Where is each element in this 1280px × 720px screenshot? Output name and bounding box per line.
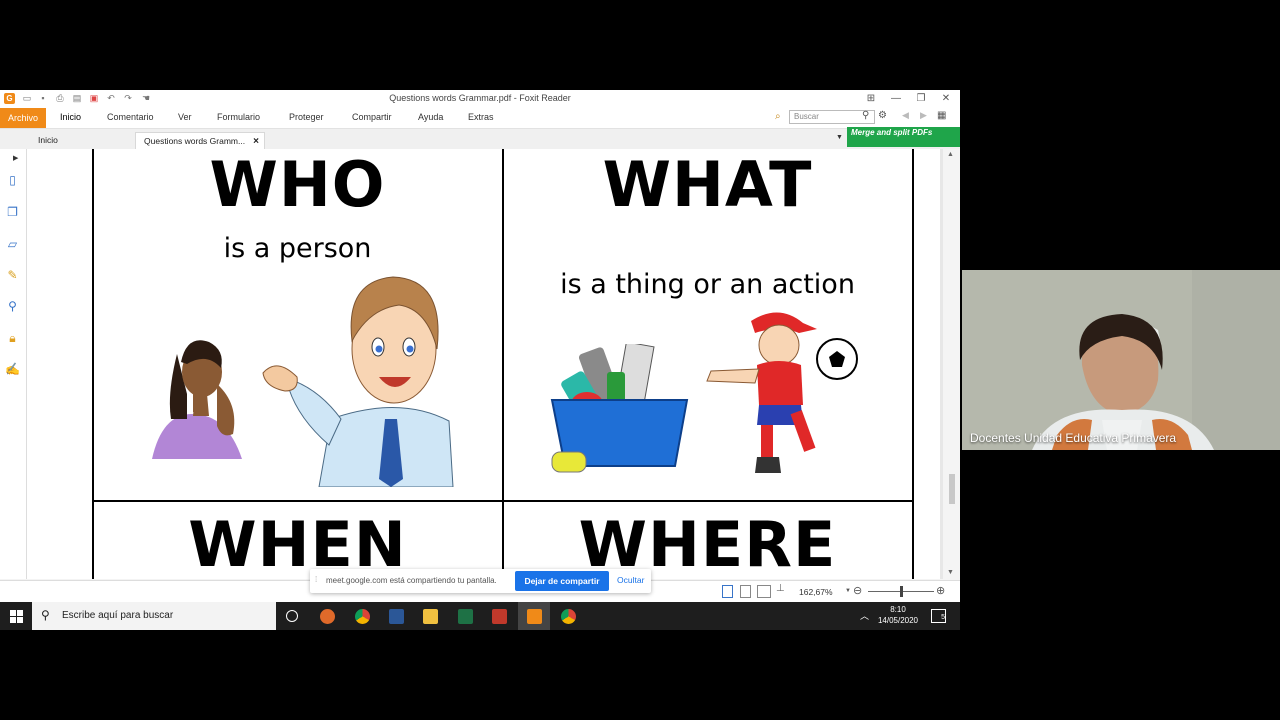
tab-inicio[interactable]: Inicio: [30, 132, 66, 149]
scroll-thumb[interactable]: [949, 474, 955, 504]
excel-icon[interactable]: [458, 609, 473, 624]
menu-ayuda[interactable]: Ayuda: [418, 112, 443, 122]
card-who-title: WHO: [209, 149, 386, 221]
single-page-icon[interactable]: [722, 585, 733, 598]
windows-start-icon[interactable]: [10, 610, 23, 623]
back-icon[interactable]: ◀: [902, 110, 909, 121]
menu-archivo[interactable]: Archivo: [0, 108, 46, 128]
participant-video-tile[interactable]: Docentes Unidad Educativa Primavera: [962, 270, 1280, 450]
expand-panel-icon[interactable]: ▶: [13, 154, 18, 162]
comments-icon[interactable]: ✎: [5, 268, 20, 283]
fit-width-icon[interactable]: ⊥: [776, 583, 785, 594]
close-button[interactable]: ✕: [935, 91, 957, 107]
zoom-out-icon[interactable]: ⊖: [853, 584, 862, 597]
taskbar-clock[interactable]: 8:10 14/05/2020: [868, 604, 928, 626]
close-tab-icon[interactable]: ×: [253, 133, 259, 150]
merge-split-promo[interactable]: Merge and split PDFs: [847, 127, 960, 147]
taskbar-search-box[interactable]: ⚲ Escribe aquí para buscar: [32, 602, 276, 630]
pdf-page: WHO is a person WHAT is a thing or an ac…: [27, 149, 940, 579]
layers-icon[interactable]: ▱: [5, 237, 20, 252]
find-icon[interactable]: ⌕: [775, 111, 781, 122]
continuous-page-icon[interactable]: [740, 585, 751, 598]
foxit-icon: [527, 609, 542, 624]
chrome-icon-2[interactable]: [561, 609, 576, 624]
title-bar: G ▭ ▪ ⎙ ▤ ▣ ↶ ↷ ☚ Questions words Gramma…: [0, 90, 960, 108]
card-border-right: [912, 149, 914, 579]
menu-formulario[interactable]: Formulario: [217, 112, 260, 122]
ribbon-toggle-icon[interactable]: ⊞: [860, 91, 882, 107]
navigation-sidebar: ▶ ▯ ❐ ▱ ✎ ⚲ 🔒︎ ✍: [0, 149, 27, 579]
drag-handle-icon[interactable]: ⁞: [315, 575, 317, 584]
card-divider-horizontal: [92, 500, 913, 502]
foxit-taskbar-active[interactable]: [518, 602, 550, 630]
notification-count: 5: [941, 614, 945, 621]
menu-extras[interactable]: Extras: [468, 112, 494, 122]
clock-date: 14/05/2020: [877, 616, 919, 625]
participant-video-feed: [962, 270, 1280, 450]
notifications-icon[interactable]: 5: [931, 609, 946, 623]
user-icon[interactable]: ▦: [937, 110, 946, 121]
menu-comentario[interactable]: Comentario: [107, 112, 154, 122]
firefox-icon[interactable]: [320, 609, 335, 624]
pages-icon[interactable]: ❐: [5, 205, 20, 220]
settings-icon[interactable]: ⚙: [878, 110, 887, 121]
participant-name: Docentes Unidad Educativa Primavera: [970, 431, 1177, 445]
chrome-icon[interactable]: [355, 609, 370, 624]
search-icon[interactable]: ⚲: [862, 110, 869, 121]
foxit-window: G ▭ ▪ ⎙ ▤ ▣ ↶ ↷ ☚ Questions words Gramma…: [0, 90, 960, 602]
zoom-dropdown-icon[interactable]: ▼: [845, 588, 851, 594]
search-icon: ⚲: [41, 608, 50, 622]
zoom-level[interactable]: 162,67%: [799, 587, 833, 597]
file-explorer-icon[interactable]: [423, 609, 438, 624]
menu-inicio[interactable]: Inicio: [60, 112, 81, 122]
signature-icon[interactable]: ✍: [5, 362, 20, 377]
facing-page-icon[interactable]: [757, 585, 771, 598]
minimize-button[interactable]: —: [885, 91, 907, 107]
attachment-icon[interactable]: ⚲: [5, 299, 20, 314]
card-who-subtitle: is a person: [223, 233, 372, 264]
zoom-slider-handle[interactable]: [900, 586, 903, 597]
scroll-up-icon[interactable]: ▲: [947, 151, 954, 158]
share-banner-text: meet.google.com está compartiendo tu pan…: [326, 576, 497, 585]
vertical-scrollbar[interactable]: ▲ ▼: [943, 149, 960, 579]
document-view[interactable]: WHO is a person WHAT is a thing or an ac…: [27, 149, 947, 579]
man-illustration: [259, 269, 459, 488]
chevron-down-icon[interactable]: ▼: [836, 134, 843, 141]
menu-compartir[interactable]: Compartir: [352, 112, 392, 122]
woman-illustration: [147, 334, 257, 462]
hide-banner-button[interactable]: Ocultar: [617, 575, 644, 585]
taskbar-search-placeholder: Escribe aquí para buscar: [62, 610, 174, 621]
menu-bar: Archivo Inicio Comentario Ver Formulario…: [0, 108, 960, 129]
word-icon[interactable]: [389, 609, 404, 624]
bookmark-icon[interactable]: ▯: [5, 173, 20, 188]
screen-share-banner: ⁞ meet.google.com está compartiendo tu p…: [310, 569, 651, 593]
window-title: Questions words Grammar.pdf - Foxit Read…: [389, 93, 571, 103]
card-what-title: WHAT: [602, 149, 813, 221]
tab-questions-words[interactable]: Questions words Gramm... ×: [135, 132, 265, 149]
restore-button[interactable]: ❐: [910, 91, 932, 107]
stop-sharing-button[interactable]: Dejar de compartir: [515, 571, 609, 591]
scroll-down-icon[interactable]: ▼: [947, 569, 954, 576]
security-lock-icon[interactable]: 🔒︎: [5, 331, 20, 346]
cortana-icon[interactable]: [286, 610, 298, 622]
card-what-subtitle: is a thing or an action: [560, 269, 855, 300]
menu-proteger[interactable]: Proteger: [289, 112, 324, 122]
menu-ver[interactable]: Ver: [178, 112, 192, 122]
document-tab-bar: Inicio Questions words Gramm... × ▼: [0, 129, 960, 150]
tab-label: Questions words Gramm...: [144, 136, 246, 146]
powerpoint-icon[interactable]: [492, 609, 507, 624]
soccer-boy-illustration: [699, 307, 869, 479]
forward-icon[interactable]: ▶: [920, 110, 927, 121]
recycling-bin-illustration: [547, 341, 692, 479]
zoom-in-icon[interactable]: ⊕: [936, 584, 945, 597]
clock-time: 8:10: [890, 605, 906, 614]
windows-taskbar: ⚲ Escribe aquí para buscar ︿ 8:10 14/05/…: [0, 602, 960, 630]
